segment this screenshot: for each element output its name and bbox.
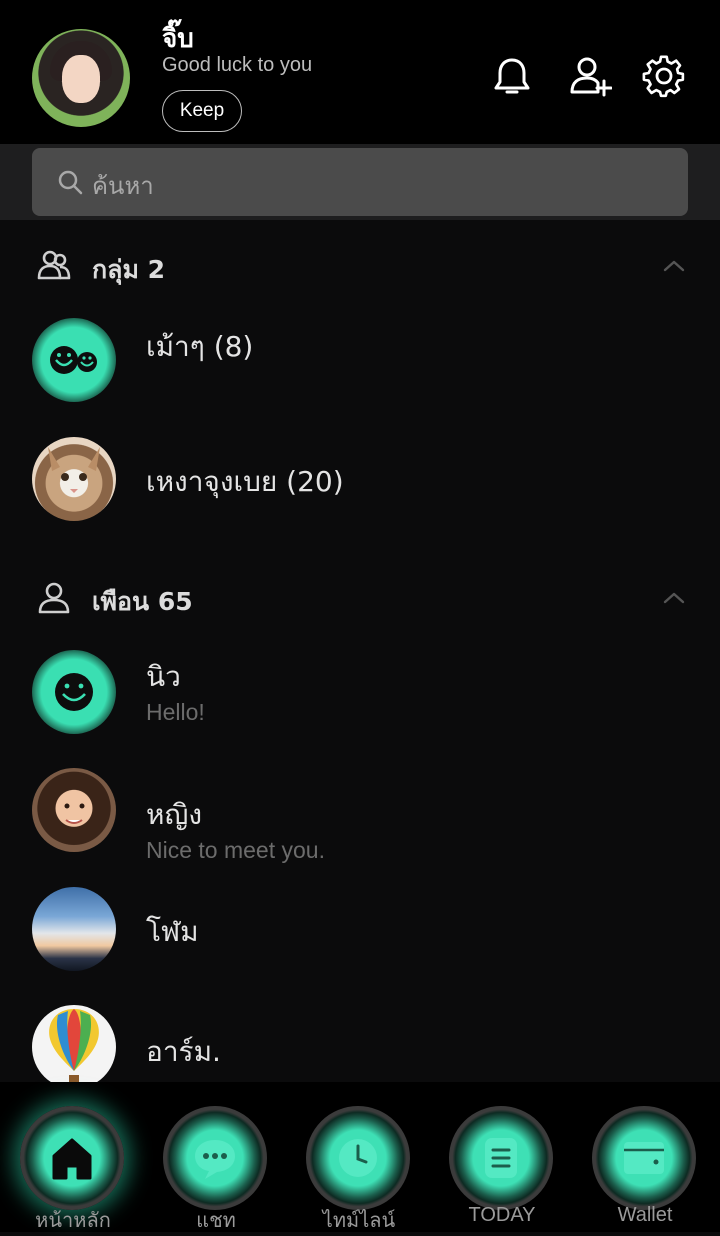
friend-avatar [32, 887, 116, 971]
news-icon [485, 1138, 517, 1178]
nav-wallet-label: Wallet [617, 1204, 673, 1226]
friend-row[interactable]: โฬม [0, 874, 720, 984]
nav-home-label: หน้าหลัก [35, 1210, 111, 1232]
nav-timeline[interactable]: ไทม์ไลน์ [306, 1106, 412, 1232]
nav-chat[interactable]: แชท [163, 1106, 269, 1232]
nav-chat-label: แชท [196, 1210, 236, 1232]
bell-icon[interactable] [490, 54, 534, 98]
group-name: เหงาจุงเบย (20) [146, 465, 344, 498]
keep-button[interactable]: Keep [162, 90, 242, 132]
gear-icon[interactable] [642, 54, 686, 98]
add-friend-icon[interactable] [568, 54, 612, 98]
nav-today-label: TODAY [468, 1204, 536, 1226]
nav-wallet-button[interactable] [592, 1106, 696, 1210]
cat-photo-icon [48, 447, 100, 493]
person-icon [38, 582, 70, 614]
friend-avatar [32, 768, 116, 852]
groups-section-header[interactable]: กลุ่ม 2 [0, 238, 720, 298]
chevron-up-icon[interactable] [660, 584, 688, 612]
group-row[interactable]: เหงาจุงเบย (20) [0, 424, 720, 534]
search-icon [58, 170, 83, 195]
clock-icon [339, 1139, 377, 1177]
nav-home[interactable]: หน้าหลัก [20, 1106, 126, 1232]
search-placeholder: ค้นหา [92, 172, 154, 200]
friend-name: อาร์ม. [146, 1035, 221, 1068]
nav-timeline-label: ไทม์ไลน์ [322, 1210, 396, 1232]
friend-status: Nice to meet you. [146, 837, 325, 863]
chevron-up-icon[interactable] [660, 252, 688, 280]
friend-avatar [32, 650, 116, 734]
profile-name[interactable]: จิ๊บ [162, 18, 194, 59]
groups-title: กลุ่ม 2 [92, 255, 166, 284]
home-icon [52, 1138, 92, 1180]
group-avatar [32, 318, 116, 402]
friends-title: เพือน 65 [92, 587, 193, 616]
friend-name: โฬม [146, 915, 199, 948]
search-input[interactable]: ค้นหา [32, 148, 688, 216]
smiley-icon [55, 673, 93, 711]
profile-avatar[interactable] [32, 29, 130, 127]
group-row[interactable]: เม้าๆ (8) [0, 305, 720, 415]
profile-status-message[interactable]: Good luck to you [162, 54, 312, 77]
profile-header: จิ๊บ Good luck to you Keep [0, 0, 720, 144]
group-icon [37, 250, 71, 280]
bottom-navigation: หน้าหลัก แชท ไทม์ไลน์ TODAY Wallet [0, 1082, 720, 1232]
balloon-photo-icon [49, 1009, 99, 1083]
smiley-icon [50, 346, 97, 374]
friend-row[interactable]: นิว Hello! [0, 637, 720, 747]
nav-today[interactable]: TODAY [449, 1106, 555, 1232]
nav-today-button[interactable] [449, 1106, 553, 1210]
friend-row[interactable]: หญิง Nice to meet you. [0, 755, 720, 865]
friend-status: Hello! [146, 699, 205, 725]
friend-name: หญิง [146, 798, 202, 831]
search-bar: ค้นหา [0, 144, 720, 220]
group-name: เม้าๆ (8) [146, 330, 254, 363]
nav-home-button[interactable] [20, 1106, 124, 1210]
nav-timeline-button[interactable] [306, 1106, 410, 1210]
friend-name: นิว [146, 660, 181, 693]
group-avatar [32, 437, 116, 521]
wallet-icon [624, 1142, 664, 1174]
friend-avatar [32, 1005, 116, 1089]
woman-photo-icon [64, 803, 85, 824]
chat-icon [195, 1140, 235, 1179]
nav-wallet[interactable]: Wallet [592, 1106, 698, 1232]
friends-section-header[interactable]: เพือน 65 [0, 570, 720, 630]
nav-chat-button[interactable] [163, 1106, 267, 1210]
